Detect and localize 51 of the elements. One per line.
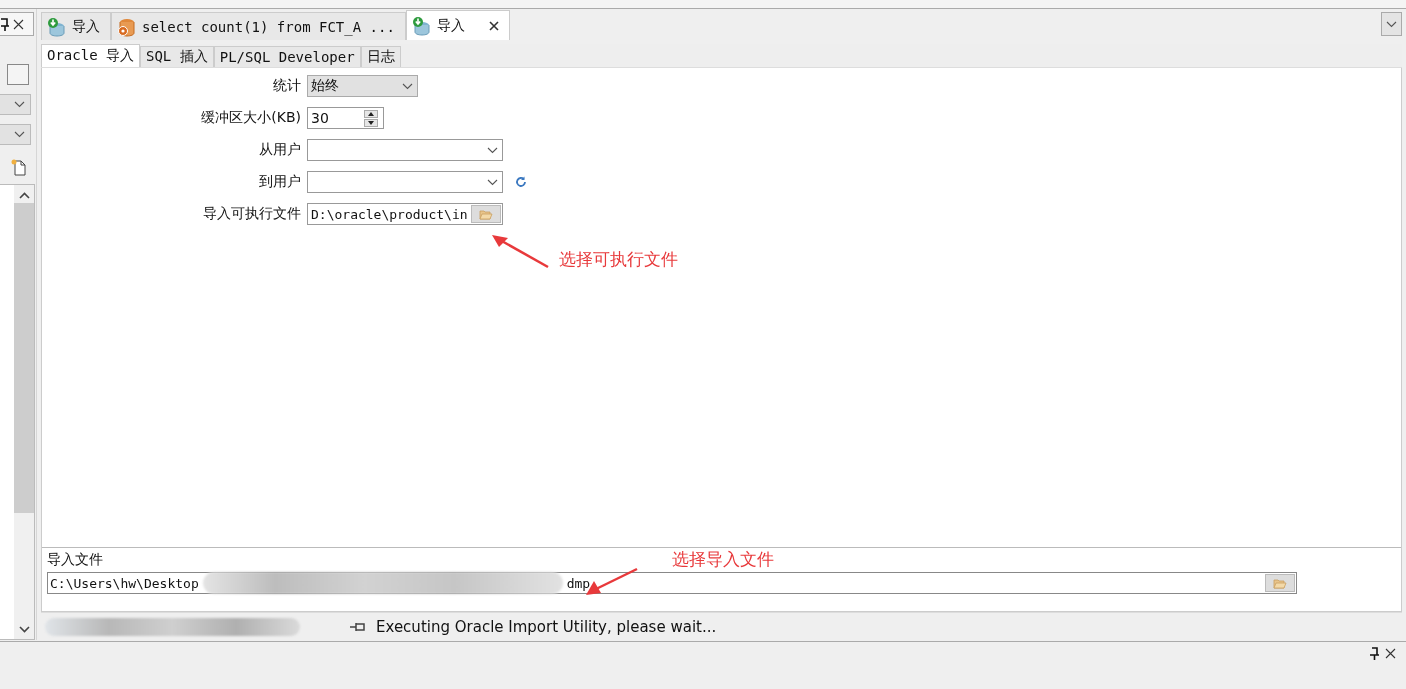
chevron-down-icon [402,82,413,90]
editor-tab[interactable]: select count(1) from FCT_A ... [111,12,406,40]
new-file-icon[interactable] [10,158,27,176]
field-label: 到用户 [259,173,301,191]
chevron-down-icon [487,178,498,186]
close-icon[interactable] [13,18,24,30]
scrollbar[interactable] [14,185,34,639]
chevron-down-icon[interactable] [18,626,30,633]
database-download-icon [410,15,431,36]
file-path-field[interactable]: D:\oracle\product\in [307,203,503,225]
database-gear-icon [116,16,136,37]
spin-up-icon[interactable] [364,109,378,118]
field-value: 始终 [310,77,340,95]
editor-tab[interactable]: 导入 [41,12,111,40]
square-button[interactable] [7,64,29,85]
dropdown[interactable]: 始终 [307,75,418,97]
field-label: 统计 [273,77,301,95]
annotation-text: 选择导入文件 [672,548,774,571]
sub-tab[interactable]: SQL 插入 [140,46,214,67]
field-label: 从用户 [259,141,301,159]
annotation-arrow [490,234,550,270]
pin-icon[interactable] [1370,646,1379,660]
field-label: 缓冲区大小(KB) [201,109,301,127]
dropdown[interactable] [307,139,503,161]
sub-tab[interactable]: 日志 [360,46,401,67]
field-value: dmp [566,575,591,591]
database-download-icon [46,16,66,37]
sub-tab[interactable]: PL/SQL Developer [213,46,361,67]
field-label: 导入文件 [47,551,103,569]
chevron-up-icon[interactable] [18,192,30,199]
file-path-field[interactable]: C:\Users\hw\Desktop dmp [47,572,1297,594]
sub-tab[interactable]: Oracle 导入 [41,44,140,67]
refresh-icon[interactable] [515,176,527,188]
number-spinner[interactable]: 30 [307,107,384,129]
close-icon[interactable] [488,20,499,31]
field-value: 30 [310,110,330,126]
pin-icon [350,621,366,632]
chevron-down-icon [14,101,25,108]
chevron-down-icon [1386,20,1397,28]
pin-icon[interactable] [1,17,9,31]
spin-down-icon[interactable] [364,118,378,127]
dropdown[interactable] [307,171,503,193]
chevron-down-icon [14,131,25,138]
field-value: D:\oracle\product\in [310,206,469,222]
editor-tab[interactable]: 导入 [405,10,510,40]
annotation-text: 选择可执行文件 [559,248,678,271]
field-label: 导入可执行文件 [203,205,301,223]
close-icon[interactable] [1385,647,1396,659]
status-message: Executing Oracle Import Utility, please wait... [376,617,717,636]
chevron-down-icon [487,146,498,154]
field-value: C:\Users\hw\Desktop [50,575,199,591]
